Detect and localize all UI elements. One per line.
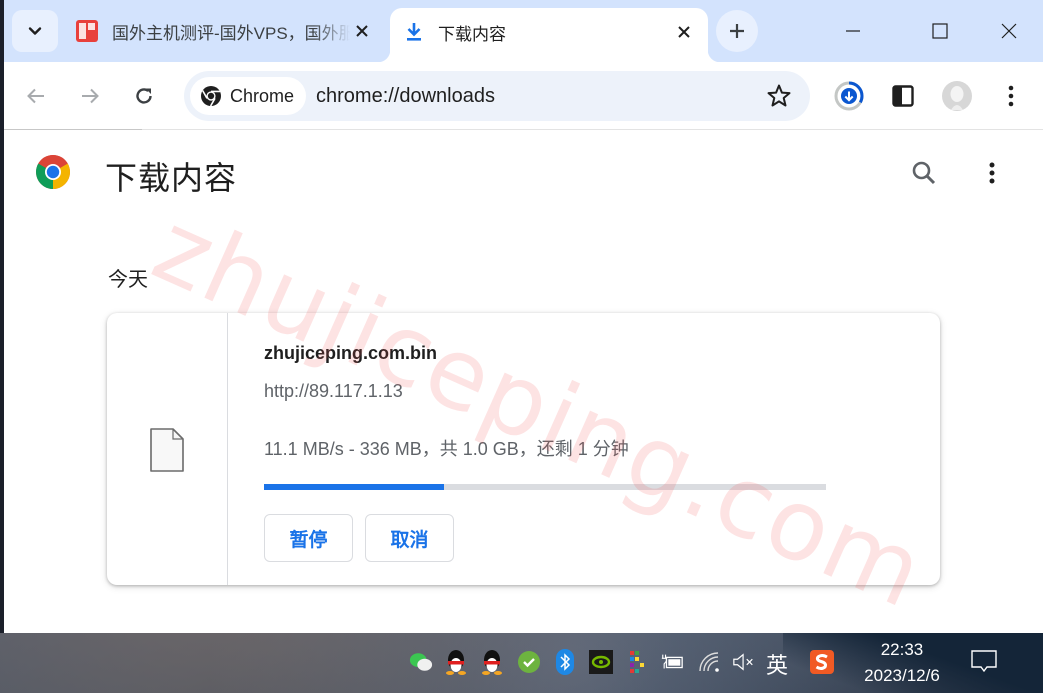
new-tab-button[interactable]: [716, 10, 758, 52]
chrome-menu-button[interactable]: [991, 76, 1031, 116]
wechat-icon: [409, 653, 433, 671]
speaker-muted-icon: [733, 653, 753, 671]
qq-icon: [482, 650, 502, 675]
file-icon: [150, 428, 184, 472]
battery-icon: [661, 654, 683, 669]
profile-button[interactable]: [937, 76, 977, 116]
download-progress-fill: [264, 484, 444, 490]
download-progress-icon: [834, 81, 864, 111]
qq-tray-button-1[interactable]: [444, 650, 468, 675]
plus-icon: [730, 24, 744, 38]
avatar-icon: [942, 81, 972, 111]
security-tray-button[interactable]: [517, 650, 541, 674]
cancel-button[interactable]: 取消: [365, 514, 454, 562]
clock-time: 22:33: [880, 640, 924, 659]
arrow-forward-icon: [82, 88, 99, 104]
download-icon: [407, 23, 421, 41]
qq-tray-button-2[interactable]: [480, 650, 504, 675]
input-language-indicator[interactable]: 英: [766, 648, 788, 680]
toolbar: Chrome chrome://downloads: [4, 62, 1043, 130]
qq-icon: [446, 650, 466, 675]
browser-window: 国外主机测评-国外VPS，国外服务器 下载内容: [4, 0, 1043, 633]
taskbar-clock[interactable]: 22:33 2023/12/6: [856, 637, 948, 689]
tab-search-button[interactable]: [12, 10, 58, 52]
page-title: 下载内容: [105, 160, 238, 196]
bluetooth-tray-button[interactable]: [553, 649, 577, 675]
maximize-button[interactable]: [915, 8, 965, 54]
close-icon: [1001, 23, 1017, 39]
side-panel-button[interactable]: [883, 76, 923, 116]
close-icon: [678, 26, 690, 38]
pause-button[interactable]: 暂停: [264, 514, 353, 562]
search-icon[interactable]: [910, 159, 938, 187]
downloads-page: 下载内容 今天 zhujiceping.com.bin http://89.11…: [4, 131, 1043, 633]
url-text[interactable]: chrome://downloads: [316, 71, 495, 121]
download-status: 11.1 MB/s - 336 MB，共 1.0 GB，还剩 1 分钟: [264, 439, 629, 459]
notification-icon[interactable]: [970, 649, 998, 675]
download-details: zhujiceping.com.bin http://89.117.1.13 1…: [264, 313, 940, 585]
sogou-ime-button[interactable]: [810, 650, 834, 674]
source-url[interactable]: http://89.117.1.13: [264, 381, 403, 402]
sogou-icon: [810, 650, 834, 674]
tab-close-button[interactable]: [672, 20, 696, 44]
site-info-chip[interactable]: Chrome: [190, 77, 307, 115]
download-item: zhujiceping.com.bin http://89.117.1.13 1…: [107, 313, 940, 585]
reload-button[interactable]: [124, 76, 164, 116]
clock-date: 2023/12/6: [864, 666, 940, 685]
more-vert-icon: [1008, 85, 1014, 107]
chip-label: Chrome: [230, 85, 295, 106]
omnibox[interactable]: Chrome chrome://downloads: [184, 71, 810, 121]
battery-tray-button[interactable]: [660, 650, 684, 674]
chrome-logo-icon: [36, 155, 70, 189]
downloads-button[interactable]: [829, 76, 869, 116]
download-progress-bar: [264, 484, 826, 490]
chrome-logo-icon: [201, 86, 221, 107]
date-section-label: 今天: [108, 269, 148, 291]
volume-tray-button[interactable]: [732, 650, 756, 674]
back-button[interactable]: [16, 76, 56, 116]
chevron-down-icon: [28, 27, 42, 35]
window-close-button[interactable]: [984, 8, 1034, 54]
tab-strip: 国外主机测评-国外VPS，国外服务器 下载内容: [4, 0, 1043, 62]
side-panel-icon: [892, 85, 914, 107]
toolbar-divider: [4, 129, 142, 130]
colorful-grid-icon: [630, 651, 644, 673]
bluetooth-icon: [556, 649, 574, 675]
nvidia-tray-button[interactable]: [589, 650, 613, 674]
close-icon: [356, 25, 368, 37]
minimize-icon: [846, 30, 860, 32]
site-favicon-icon: [76, 20, 98, 42]
more-vert-icon[interactable]: [980, 159, 1004, 187]
app-tray-button[interactable]: [625, 650, 649, 674]
network-tray-button[interactable]: [698, 650, 722, 674]
nvidia-icon: [589, 650, 613, 674]
tab-title: 下载内容: [438, 24, 506, 44]
wifi-icon: [699, 652, 719, 672]
bookmark-star-icon[interactable]: [766, 83, 792, 109]
file-icon-column: [107, 313, 228, 585]
wechat-tray-button[interactable]: [409, 650, 433, 674]
minimize-button[interactable]: [828, 8, 878, 54]
tab-downloads[interactable]: 下载内容: [378, 8, 720, 62]
arrow-back-icon: [27, 88, 44, 104]
tab-zhujiceping[interactable]: 国外主机测评-国外VPS，国外服务器: [66, 8, 386, 54]
maximize-icon: [932, 23, 948, 39]
forward-button[interactable]: [70, 76, 110, 116]
file-name[interactable]: zhujiceping.com.bin: [264, 343, 437, 364]
reload-icon: [136, 88, 152, 104]
tab-close-button[interactable]: [350, 19, 374, 43]
tab-title: 国外主机测评-国外VPS，国外服务器: [112, 23, 350, 43]
check-shield-icon: [518, 651, 540, 673]
